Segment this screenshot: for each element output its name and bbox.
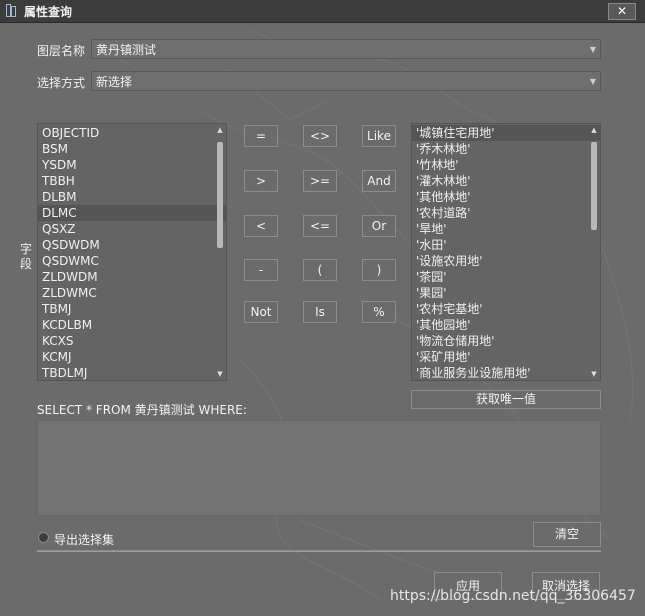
list-item[interactable]: DLMC — [38, 205, 226, 221]
title-bar: 属性查询 ✕ — [0, 0, 645, 23]
export-selection-radio[interactable] — [38, 532, 49, 543]
clear-button[interactable]: 清空 — [533, 522, 601, 547]
field-list[interactable]: OBJECTID BSM YSDM TBBH DLBM DLMC QSXZ QSDWDM QSD… — [37, 123, 227, 381]
operator-button[interactable]: Or — [362, 215, 396, 237]
list-item[interactable]: '果园' — [412, 285, 600, 301]
list-item[interactable]: QSDWDM — [38, 237, 226, 253]
list-item[interactable]: TBMJ — [38, 301, 226, 317]
list-item[interactable]: TBBH — [38, 173, 226, 189]
scroll-up-icon[interactable]: ▲ — [588, 124, 600, 136]
list-item[interactable]: YSDM — [38, 157, 226, 173]
chevron-down-icon: ▼ — [589, 45, 596, 54]
separator — [37, 550, 601, 552]
operator-button[interactable]: ) — [362, 259, 396, 281]
watermark-text: https://blog.csdn.net/qq_36306457 — [390, 588, 636, 604]
operator-button[interactable]: > — [244, 170, 278, 192]
window-title: 属性查询 — [24, 5, 73, 19]
operator-button[interactable]: = — [244, 125, 278, 147]
list-item[interactable]: '旱地' — [412, 221, 600, 237]
mode-select[interactable]: 新选择 ▼ — [91, 71, 601, 91]
list-item[interactable]: '商业服务业设施用地' — [412, 365, 600, 380]
scroll-down-icon[interactable]: ▼ — [214, 368, 226, 380]
list-item[interactable]: '乔木林地' — [412, 141, 600, 157]
operator-button[interactable]: - — [244, 259, 278, 281]
list-item[interactable]: OBJECTID — [38, 125, 226, 141]
scroll-thumb[interactable] — [217, 142, 223, 248]
field-list-scrollbar[interactable]: ▲ ▼ — [214, 124, 226, 380]
get-unique-values-button[interactable]: 获取唯一值 — [411, 390, 601, 409]
list-item[interactable]: '采矿用地' — [412, 349, 600, 365]
sql-where-input[interactable] — [37, 420, 601, 516]
close-button[interactable]: ✕ — [608, 3, 636, 20]
list-item[interactable]: QSDWMC — [38, 253, 226, 269]
operator-button[interactable]: >= — [303, 170, 337, 192]
layer-select-value: 黄丹镇测试 — [96, 43, 157, 57]
list-item[interactable]: KCXS — [38, 333, 226, 349]
list-item[interactable]: '物流仓储用地' — [412, 333, 600, 349]
list-item[interactable]: DLBM — [38, 189, 226, 205]
value-list[interactable]: '城镇住宅用地' '乔木林地' '竹林地' '灌木林地' '其他林地' '农村道路' '旱地… — [411, 123, 601, 381]
operator-button[interactable]: % — [362, 301, 396, 323]
sql-prefix-label: SELECT * FROM 黄丹镇测试 WHERE: — [37, 403, 247, 417]
operator-button[interactable]: ( — [303, 259, 337, 281]
scroll-down-icon[interactable]: ▼ — [588, 368, 600, 380]
fields-label: 字段 — [20, 242, 33, 271]
attribute-query-dialog: 属性查询 ✕ 图层名称 黄丹镇测试 ▼ 选择方式 新选择 ▼ 字段 OBJECT… — [0, 0, 645, 616]
list-item[interactable]: TBDLMJ — [38, 365, 226, 380]
list-item[interactable]: ZLDWDM — [38, 269, 226, 285]
list-item[interactable]: '竹林地' — [412, 157, 600, 173]
export-selection-label: 导出选择集 — [54, 533, 115, 547]
list-item[interactable]: '其他林地' — [412, 189, 600, 205]
operator-button[interactable]: And — [362, 170, 396, 192]
scroll-up-icon[interactable]: ▲ — [214, 124, 226, 136]
field-rows: OBJECTID BSM YSDM TBBH DLBM DLMC QSXZ QSDWDM QSD… — [38, 124, 226, 380]
layer-label: 图层名称 — [37, 44, 86, 58]
list-item[interactable]: '茶园' — [412, 269, 600, 285]
scroll-thumb[interactable] — [591, 142, 597, 230]
list-item[interactable]: '其他园地' — [412, 317, 600, 333]
list-item[interactable]: '城镇住宅用地' — [412, 125, 600, 141]
operator-button[interactable]: <= — [303, 215, 337, 237]
list-item[interactable]: QSXZ — [38, 221, 226, 237]
app-icon — [6, 4, 16, 17]
mode-select-value: 新选择 — [96, 75, 133, 89]
operator-button[interactable]: < — [244, 215, 278, 237]
operator-button[interactable]: Not — [244, 301, 278, 323]
operator-button[interactable]: Is — [303, 301, 337, 323]
list-item[interactable]: '灌木林地' — [412, 173, 600, 189]
list-item[interactable]: '设施农用地' — [412, 253, 600, 269]
operator-button[interactable]: <> — [303, 125, 337, 147]
list-item[interactable]: '水田' — [412, 237, 600, 253]
list-item[interactable]: ZLDWMC — [38, 285, 226, 301]
value-rows: '城镇住宅用地' '乔木林地' '竹林地' '灌木林地' '其他林地' '农村道路' '旱地… — [412, 124, 600, 380]
value-list-scrollbar[interactable]: ▲ ▼ — [588, 124, 600, 380]
list-item[interactable]: '农村道路' — [412, 205, 600, 221]
chevron-down-icon: ▼ — [589, 77, 596, 86]
mode-label: 选择方式 — [37, 76, 86, 90]
list-item[interactable]: '农村宅基地' — [412, 301, 600, 317]
list-item[interactable]: BSM — [38, 141, 226, 157]
layer-select[interactable]: 黄丹镇测试 ▼ — [91, 39, 601, 59]
operator-button[interactable]: Like — [362, 125, 396, 147]
list-item[interactable]: KCDLBM — [38, 317, 226, 333]
list-item[interactable]: KCMJ — [38, 349, 226, 365]
